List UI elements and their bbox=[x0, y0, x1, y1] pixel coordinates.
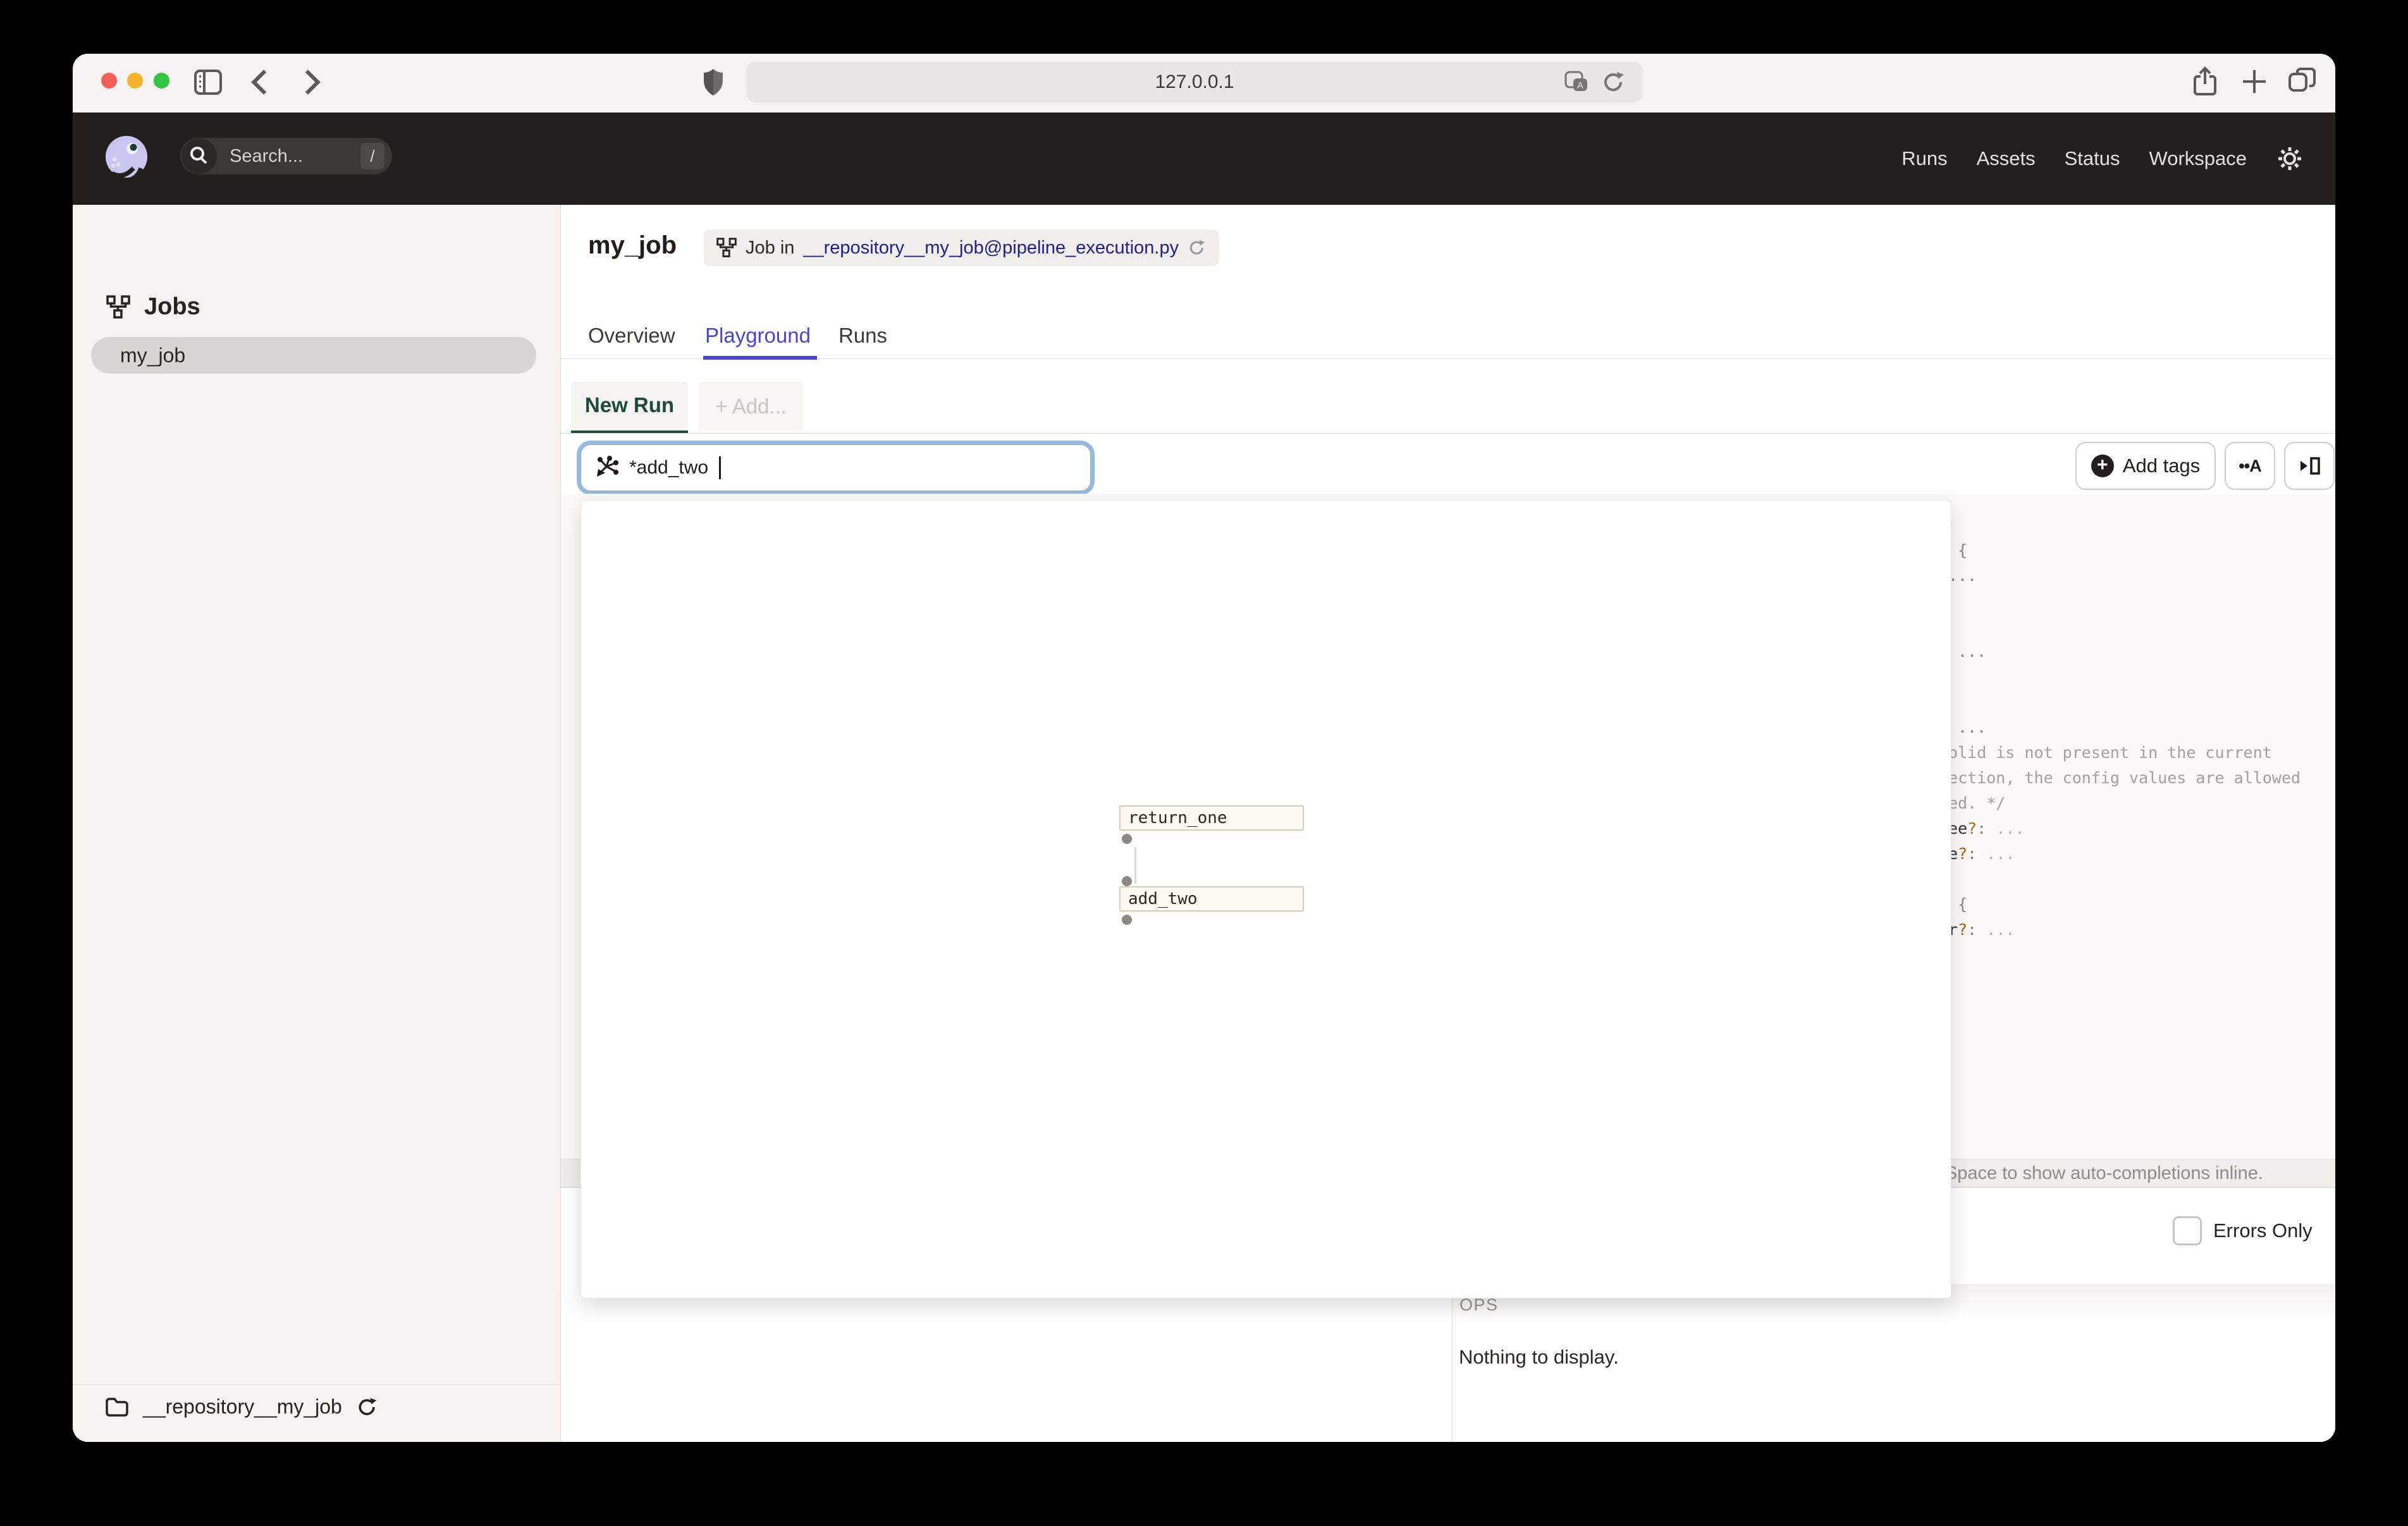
job-graph-icon bbox=[716, 238, 737, 257]
job-graph-icon bbox=[106, 295, 130, 319]
output-handle bbox=[1122, 834, 1132, 844]
shield-icon[interactable] bbox=[703, 68, 724, 97]
badge-prefix: Job in bbox=[746, 237, 795, 258]
badge-repository-link[interactable]: __repository__my_job@pipeline_execution.… bbox=[803, 238, 1179, 259]
plus-circle-icon: + bbox=[2091, 455, 2114, 477]
forward-icon[interactable] bbox=[295, 70, 321, 95]
op-graph-icon bbox=[597, 456, 618, 477]
browser-window: 127.0.0.1 A Search... / Runs Assets Stat… bbox=[73, 54, 2335, 1442]
refresh-icon[interactable] bbox=[1188, 238, 1207, 257]
zoom-window-button[interactable] bbox=[154, 73, 169, 89]
browser-toolbar: 127.0.0.1 A bbox=[73, 54, 2335, 113]
main-content: my_job Job in __repository__my_job@pipel… bbox=[561, 205, 2335, 1442]
input-handle bbox=[1122, 876, 1132, 886]
tab-overview-icon[interactable] bbox=[2287, 66, 2318, 97]
search-icon bbox=[190, 147, 207, 164]
new-tab-icon[interactable] bbox=[2240, 68, 2268, 95]
run-config-tab-add[interactable]: + Add... bbox=[699, 382, 803, 430]
op-selector-value: *add_two bbox=[629, 457, 709, 478]
sidebar-item-my-job[interactable]: my_job bbox=[91, 337, 536, 374]
page-title: my_job bbox=[588, 231, 677, 259]
sidebar-footer: __repository__my_job bbox=[73, 1384, 560, 1442]
nav-workspace[interactable]: Workspace bbox=[2149, 147, 2247, 170]
folder-icon bbox=[106, 1397, 128, 1417]
dagster-logo[interactable] bbox=[103, 134, 152, 183]
repository-name[interactable]: __repository__my_job bbox=[143, 1395, 342, 1419]
translate-icon[interactable]: A bbox=[1564, 71, 1590, 94]
active-tab-underline bbox=[703, 356, 817, 360]
page-tabs: Overview Playground Runs bbox=[561, 312, 2335, 360]
jobs-title: Jobs bbox=[144, 293, 200, 320]
dag-node-add-two[interactable]: add_two bbox=[1119, 886, 1304, 912]
svg-text:A: A bbox=[1577, 80, 1583, 91]
minimize-window-button[interactable] bbox=[127, 73, 143, 89]
header-nav: Runs Assets Status Workspace bbox=[1901, 113, 2304, 205]
close-window-button[interactable] bbox=[101, 73, 117, 89]
tab-runs[interactable]: Runs bbox=[838, 312, 887, 358]
tab-overview[interactable]: Overview bbox=[588, 312, 675, 358]
address-bar[interactable]: 127.0.0.1 A bbox=[746, 62, 1643, 102]
url-text: 127.0.0.1 bbox=[1155, 71, 1234, 92]
settings-gear-icon[interactable] bbox=[2276, 145, 2304, 173]
search-input[interactable]: Search... / bbox=[180, 138, 392, 174]
op-selector-input[interactable]: *add_two bbox=[577, 441, 1095, 495]
run-tabs-divider bbox=[561, 433, 2335, 434]
reload-icon[interactable] bbox=[1601, 70, 1626, 95]
tab-playground[interactable]: Playground bbox=[705, 312, 811, 358]
dag-edge bbox=[1134, 847, 1136, 884]
graph-preview-popover: return_one add_two bbox=[580, 500, 1951, 1298]
run-config-tab-new-run[interactable]: New Run bbox=[571, 382, 688, 434]
sidebar-toggle-icon[interactable] bbox=[194, 70, 222, 95]
panel-toggle-icon bbox=[2300, 457, 2320, 475]
autocomplete-button[interactable]: ••A bbox=[2225, 442, 2275, 490]
config-editor-text: : { ... {: ... : ...solid is not present… bbox=[1939, 541, 2300, 939]
refresh-icon[interactable] bbox=[356, 1396, 379, 1419]
add-tags-button[interactable]: + Add tags bbox=[2075, 442, 2216, 490]
share-icon[interactable] bbox=[2192, 66, 2218, 98]
search-placeholder: Search... bbox=[230, 146, 304, 166]
jobs-section-header: Jobs bbox=[106, 293, 200, 320]
text-caret bbox=[719, 456, 722, 479]
search-shortcut-badge: / bbox=[360, 143, 384, 169]
app-body: Jobs my_job __repository__my_job my_job … bbox=[73, 205, 2335, 1442]
dag-node-return-one[interactable]: return_one bbox=[1119, 805, 1304, 831]
autocomplete-hint: +Space to show auto-completions inline. bbox=[1934, 1163, 2263, 1183]
errors-only-checkbox[interactable] bbox=[2173, 1216, 2202, 1245]
errors-only-label: Errors Only bbox=[2213, 1219, 2313, 1242]
nav-status[interactable]: Status bbox=[2065, 147, 2120, 170]
nav-assets[interactable]: Assets bbox=[1977, 147, 2036, 170]
job-origin-badge: Job in __repository__my_job@pipeline_exe… bbox=[704, 229, 1220, 266]
errors-only-toggle[interactable]: Errors Only bbox=[2173, 1216, 2313, 1245]
app-header: Search... / Runs Assets Status Workspace bbox=[73, 113, 2335, 205]
output-handle bbox=[1122, 915, 1132, 925]
back-icon[interactable] bbox=[251, 70, 276, 95]
ops-empty-message: Nothing to display. bbox=[1459, 1346, 1619, 1368]
panel-toggle-button[interactable] bbox=[2284, 442, 2335, 490]
sidebar: Jobs my_job __repository__my_job bbox=[73, 205, 561, 1442]
nav-runs[interactable]: Runs bbox=[1901, 147, 1947, 170]
